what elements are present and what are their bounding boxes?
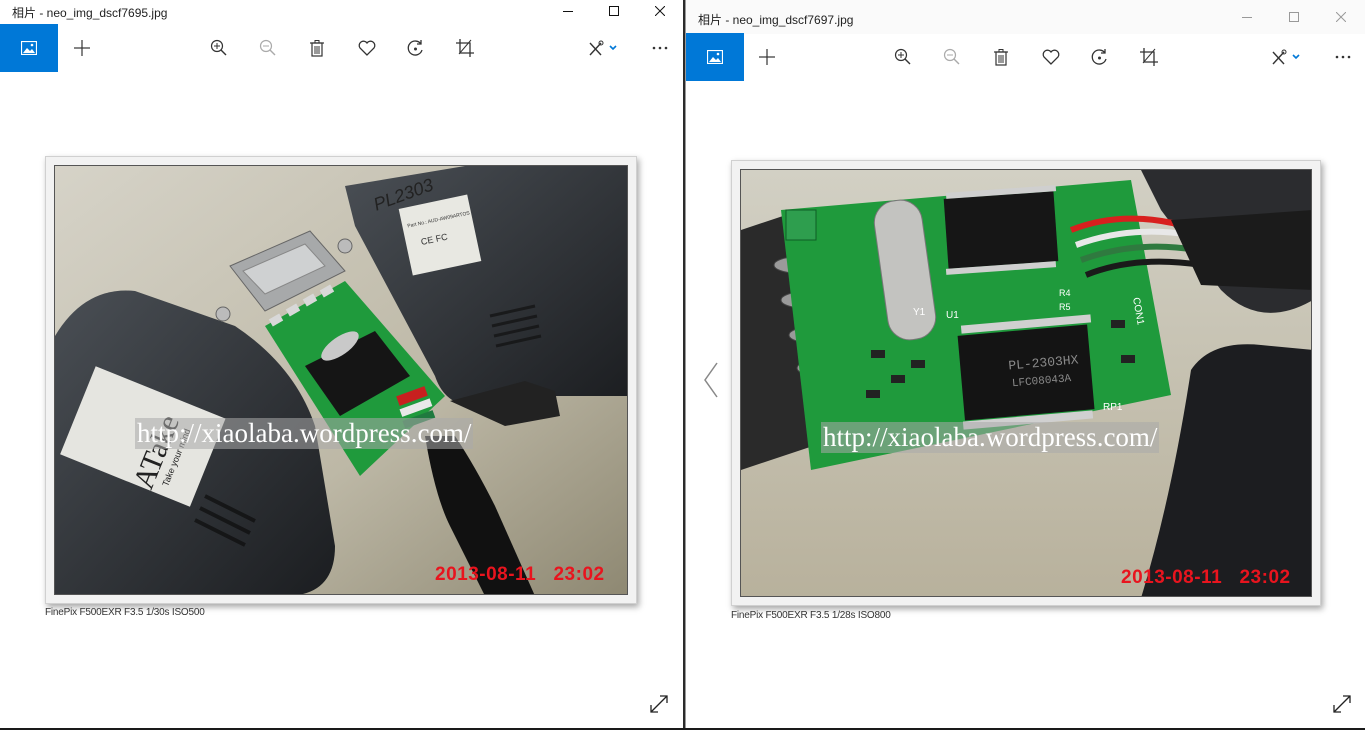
exif-info: FinePix F500EXR F3.5 1/28s ISO800 [731,610,891,621]
heart-icon [1042,49,1060,65]
rotate-button[interactable] [396,24,436,72]
previous-photo-button[interactable] [699,358,723,402]
rotate-icon [1091,49,1107,65]
crop-button[interactable] [1129,33,1169,81]
zoom-out-button[interactable] [932,33,972,81]
add-button[interactable] [62,24,102,72]
heart-icon [358,40,376,56]
edit-create-icon [589,40,617,56]
photo-pcb-closeup: PL-2303HX LFC08043A U1 Y1 CON1 RP1 R4 R5 [741,170,1311,596]
silk-r4: R4 [1059,288,1071,298]
watermark-url: http://xiaolaba.wordpress.com/ [821,422,1160,453]
window-title: 相片 - neo_img_dscf7695.jpg [12,6,168,20]
plus-icon [74,40,90,56]
zoom-in-button[interactable] [199,24,239,72]
window-title: 相片 - neo_img_dscf7697.jpg [698,13,854,27]
full-screen-button[interactable] [1330,692,1354,716]
silk-rp1: RP1 [1103,402,1123,413]
more-button[interactable] [1323,33,1363,81]
more-icon [1335,55,1351,59]
zoom-in-button[interactable] [883,33,923,81]
add-button[interactable] [747,33,787,81]
exif-info: FinePix F500EXR F3.5 1/30s ISO500 [45,607,205,618]
maximize-button[interactable] [1271,0,1317,34]
photos-window-right: 相片 - neo_img_dscf7697.jpg PL-2303HX LFC0… [685,0,1365,728]
close-button[interactable] [637,0,683,22]
photo-frame: PL-2303HX LFC08043A U1 Y1 CON1 RP1 R4 R5 [731,160,1321,606]
photo-image[interactable]: PL-2303HX LFC08043A U1 Y1 CON1 RP1 R4 R5 [740,169,1312,597]
silk-u1: U1 [946,310,959,321]
collection-button[interactable] [0,24,58,72]
toolbar [686,33,1365,81]
photo-frame: Part No.: AUD-AW09ARTOS CE FC PL2303 ATa… [45,156,637,604]
zoom-out-icon [943,48,960,65]
minimize-button[interactable] [1224,0,1270,34]
edit-create-button[interactable] [578,24,628,72]
edit-create-icon [1272,49,1300,65]
favorite-button[interactable] [1031,33,1071,81]
expand-icon [650,695,668,713]
zoom-out-button[interactable] [248,24,288,72]
zoom-out-icon [259,39,276,56]
zoom-in-icon [894,48,911,65]
chevron-left-icon [704,362,718,398]
full-screen-button[interactable] [647,692,671,716]
collection-button[interactable] [686,33,744,81]
title-bar[interactable]: 相片 - neo_img_dscf7697.jpg [686,0,1365,34]
minimize-icon [563,11,573,12]
minimize-button[interactable] [545,0,591,22]
delete-button[interactable] [297,24,337,72]
plus-icon [759,49,775,65]
maximize-button[interactable] [591,0,637,22]
more-button[interactable] [640,24,680,72]
picture-icon [21,41,37,55]
zoom-in-icon [210,39,227,56]
silk-r5: R5 [1059,302,1071,312]
expand-icon [1333,695,1351,713]
crop-icon [456,39,474,57]
photo-date-stamp: 2013-08-11 23:02 [1121,567,1291,588]
photo-date-stamp: 2013-08-11 23:02 [435,564,605,585]
photo-usb-serial-adapter: Part No.: AUD-AW09ARTOS CE FC PL2303 ATa… [55,166,627,594]
picture-icon [707,50,723,64]
maximize-icon [1289,12,1299,22]
rotate-button[interactable] [1080,33,1120,81]
watermark-url: http://xiaolaba.wordpress.com/ [135,418,474,449]
photo-image[interactable]: Part No.: AUD-AW09ARTOS CE FC PL2303 ATa… [54,165,628,595]
rotate-icon [407,40,423,56]
silk-y1: Y1 [913,307,926,318]
crop-icon [1140,48,1158,66]
close-icon [1336,12,1346,22]
favorite-button[interactable] [347,24,387,72]
close-icon [655,6,665,16]
minimize-icon [1242,17,1252,18]
close-button[interactable] [1318,0,1364,34]
trash-icon [310,39,324,57]
toolbar [0,24,683,72]
trash-icon [994,48,1008,66]
delete-button[interactable] [981,33,1021,81]
maximize-icon [609,6,619,16]
more-icon [652,46,668,50]
photos-window-left: 相片 - neo_img_dscf7695.jpg Part No.: AUD-… [0,0,683,728]
title-bar[interactable]: 相片 - neo_img_dscf7695.jpg [0,0,683,22]
crop-button[interactable] [445,24,485,72]
edit-create-button[interactable] [1261,33,1311,81]
